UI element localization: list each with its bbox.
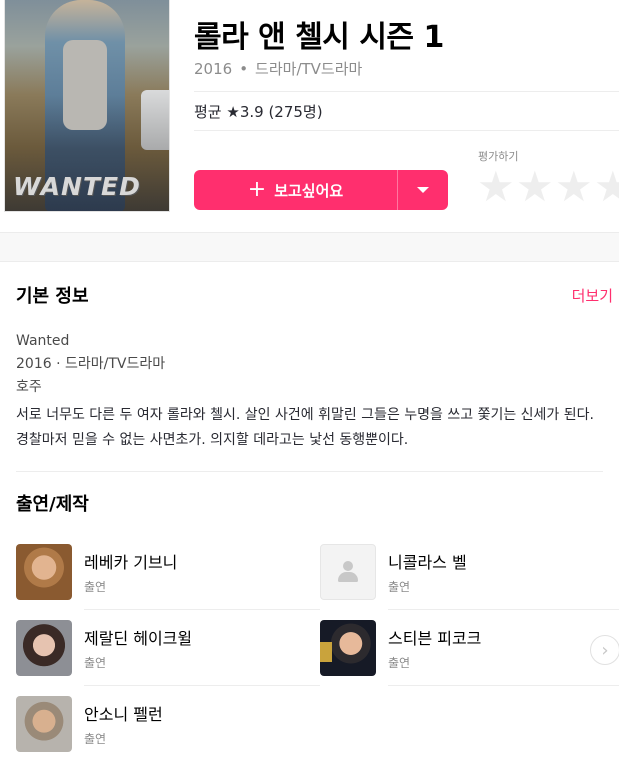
synopsis: 서로 너무도 다른 두 여자 롤라와 첼시. 살인 사건에 휘말린 그들은 누명… [16,407,594,448]
cast-name: 스티븐 피코크 [388,628,482,648]
original-title: Wanted [16,333,70,349]
cast-name: 제랄딘 헤이크윌 [84,628,193,648]
star-icon[interactable]: ★ [594,166,619,208]
basic-info-body: Wanted 2016 · 드라마/TV드라마 호주 서로 너무도 다른 두 여… [16,330,603,453]
poster-shirt [63,40,107,130]
cast-role: 출연 [84,732,107,746]
cast-header: 출연/제작 [16,472,603,534]
cast-text: 레베카 기브니 출연 [84,534,320,610]
basic-info-title: 기본 정보 [16,286,89,307]
avatar [16,544,72,600]
cast-role: 출연 [84,655,107,670]
basic-info-section: 기본 정보 더보기 Wanted 2016 · 드라마/TV드라마 호주 서로 … [0,262,619,762]
star-icon[interactable]: ★ [516,166,555,208]
avatar [16,696,72,752]
divider [194,91,619,92]
divider [194,130,619,131]
cast-item[interactable]: 제랄딘 헤이크윌 출연 [16,610,320,686]
wishlist-dropdown-button[interactable] [398,170,448,210]
cast-name: 레베카 기브니 [84,552,178,572]
cast-role: 출연 [388,655,411,670]
wishlist-label: 보고싶어요 [274,181,344,200]
cast-role: 출연 [388,579,411,594]
plus-icon: + [247,177,267,202]
genre-text: 드라마/TV드라마 [255,60,363,78]
cast-text: 스티븐 피코크 출연 [388,610,619,686]
content-header: WANTED 롤라 앤 첼시 시즌 1 2016 • 드라마/TV드라마 평균 ★3… [0,0,619,232]
cast-item[interactable]: 니콜라스 벨 출연 [320,534,619,610]
cast-item[interactable]: 스티븐 피코크 출연 [320,610,619,686]
star-icon[interactable]: ★ [555,166,594,208]
country: 호주 [16,379,42,395]
avatar [320,544,376,600]
avatar [320,620,376,676]
star-rating-input[interactable]: ★ ★ ★ ★ [477,166,619,208]
cast-text: 제랄딘 헤이크윌 출연 [84,610,320,686]
content-meta: 2016 • 드라마/TV드라마 [194,58,362,79]
cast-item[interactable]: 안소니 펠런 출연 [16,686,320,762]
person-placeholder-icon [337,561,359,583]
year-text: 2016 [194,60,233,78]
cast-text: 니콜라스 벨 출연 [388,534,619,610]
star-icon[interactable]: ★ [477,166,516,208]
year-genre: 2016 · 드라마/TV드라마 [16,356,166,372]
cast-item[interactable]: 레베카 기브니 출연 [16,534,320,610]
basic-info-header: 기본 정보 더보기 [16,262,613,324]
page-title: 롤라 앤 첼시 시즌 1 [194,20,444,55]
cast-name: 니콜라스 벨 [388,552,467,572]
poster-image[interactable]: WANTED [4,0,170,212]
cast-role: 출연 [84,579,107,594]
more-link[interactable]: 더보기 [572,285,613,306]
cast-title: 출연/제작 [16,494,89,515]
average-rating: 평균 ★3.9 (275명) [194,103,323,121]
poster-car [141,90,169,150]
section-gap [0,232,619,262]
wishlist-button[interactable]: + 보고싶어요 [194,170,397,210]
wishlist-button-group: + 보고싶어요 [194,170,448,210]
caret-down-icon [417,187,429,193]
cast-text: 안소니 펠런 출연 [84,686,320,762]
poster-logo-text: WANTED [13,172,141,201]
cast-list: 레베카 기브니 출연 니콜라스 벨 출연 제랄딘 헤이크윌 출연 스티븐 피코크 [16,534,619,762]
meta-separator: • [239,60,249,78]
avatar [16,620,72,676]
chevron-right-icon[interactable]: › [590,635,619,665]
cast-name: 안소니 펠런 [84,705,163,724]
